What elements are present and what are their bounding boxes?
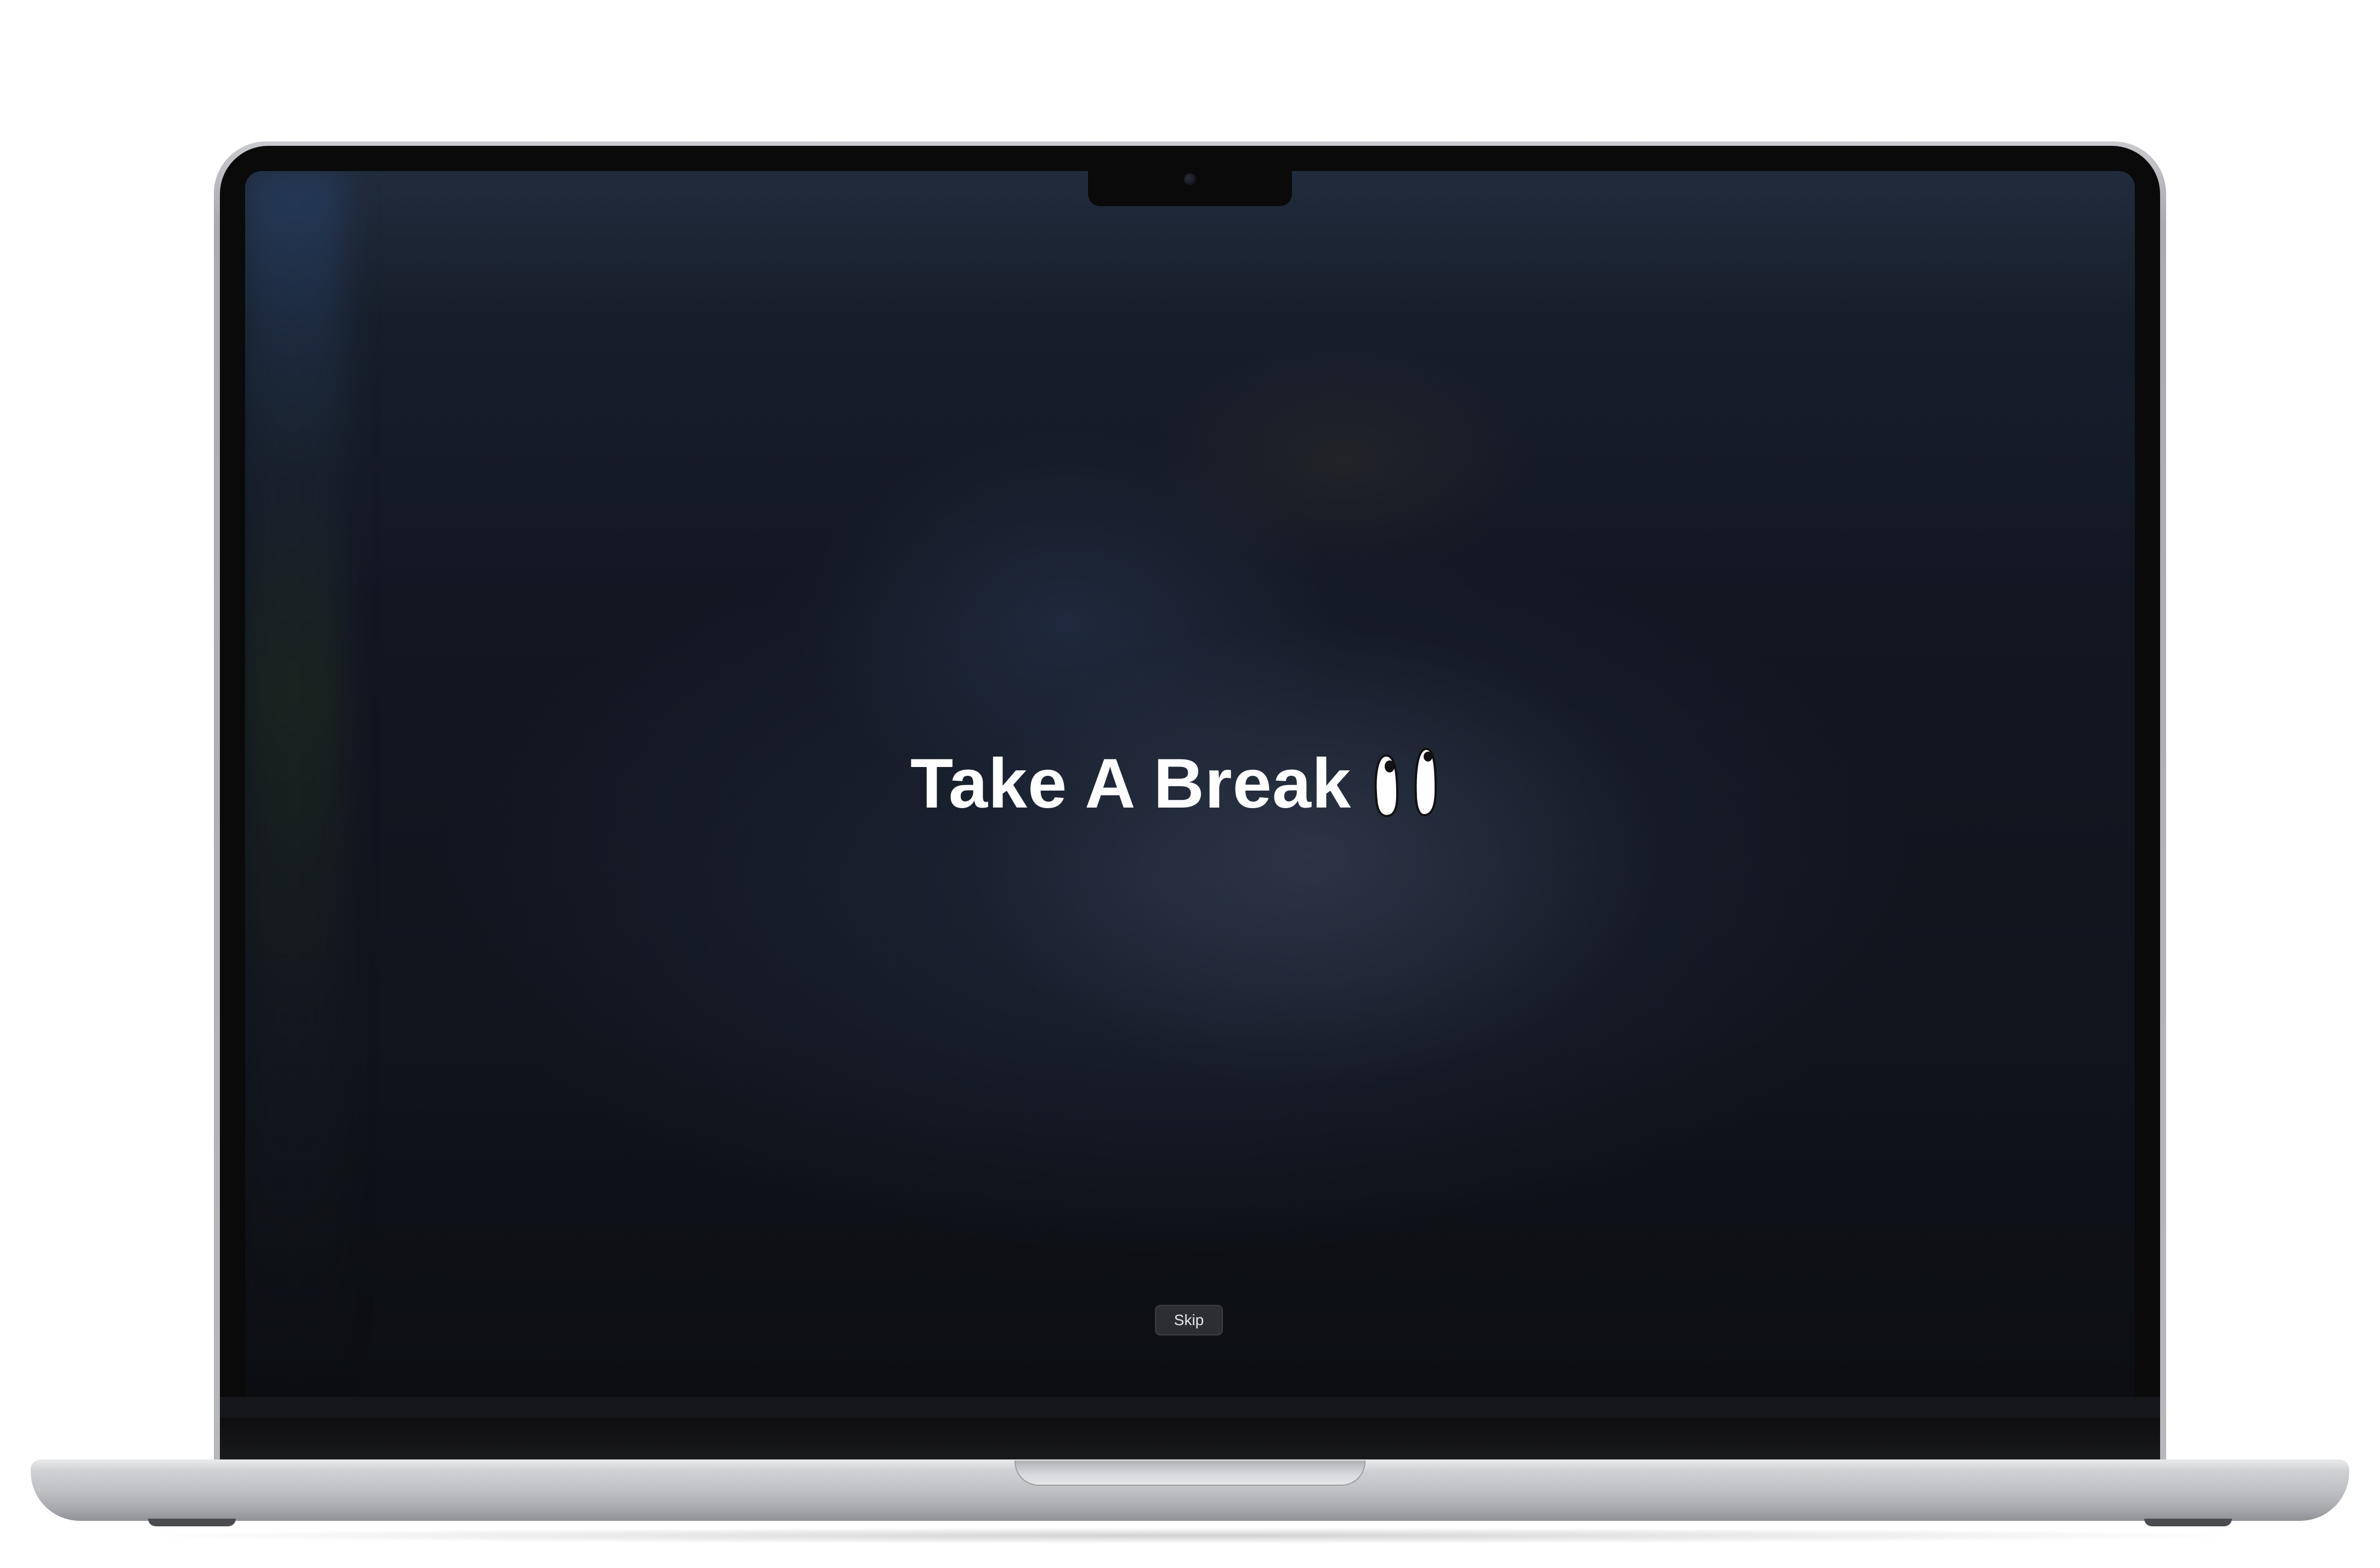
screen-chin: [220, 1397, 2160, 1418]
skip-button[interactable]: Skip: [1155, 1305, 1223, 1336]
laptop-foot-right: [2144, 1519, 2232, 1526]
eyes-icon: [1374, 748, 1437, 817]
blurred-background-left: [245, 171, 344, 1397]
laptop-foot-left: [148, 1519, 236, 1526]
break-title: Take A Break: [910, 745, 1352, 823]
base-shadow: [110, 1527, 2270, 1544]
lid-opening-notch: [1015, 1461, 1365, 1486]
camera-icon: [1184, 173, 1196, 185]
break-message: Take A Break: [910, 740, 1470, 828]
hinge: [220, 1418, 2160, 1464]
